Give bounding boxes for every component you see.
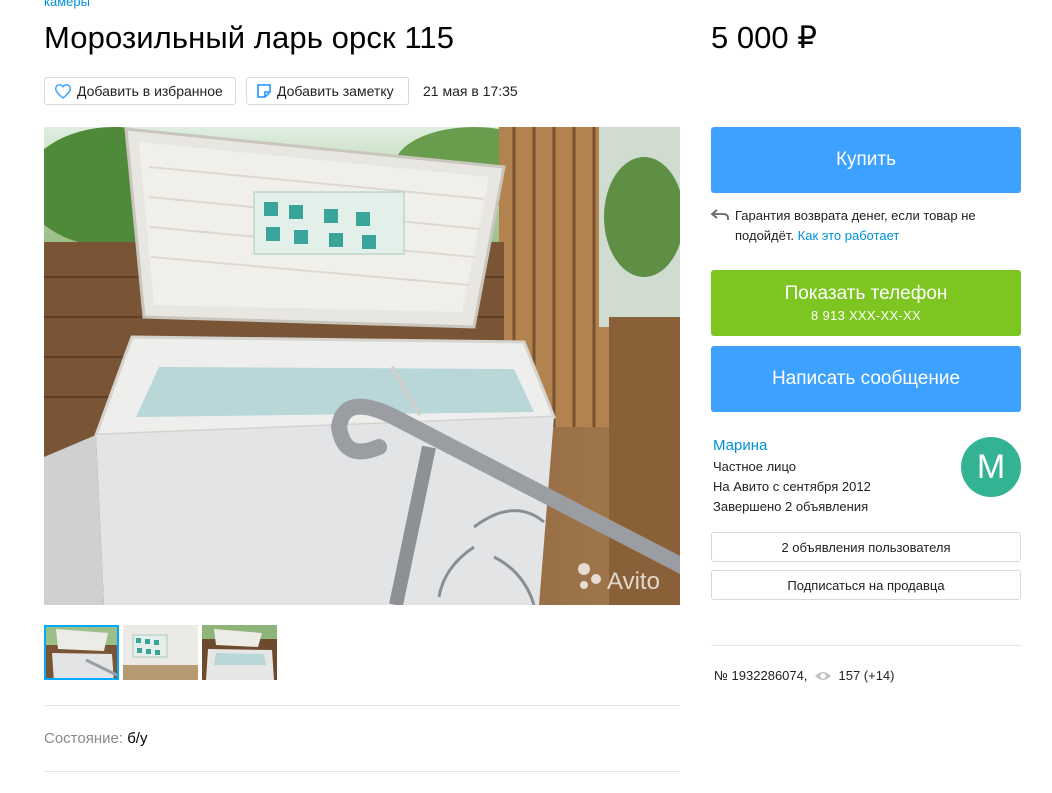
seller-listings-button[interactable]: 2 объявления пользователя — [711, 532, 1021, 562]
subscribe-label: Подписаться на продавца — [787, 577, 945, 593]
avatar[interactable]: М — [961, 437, 1021, 497]
phone-masked: 8 913 XXX-XX-XX — [811, 308, 921, 323]
avatar-letter: М — [976, 447, 1006, 486]
write-message-button[interactable]: Написать сообщение — [711, 346, 1021, 412]
condition: Состояние: б/у — [44, 730, 147, 747]
eye-icon — [815, 671, 832, 680]
thumbnail-image — [46, 627, 117, 678]
seller-completed: Завершено 2 объявления — [713, 499, 869, 514]
return-arrow-icon — [711, 209, 729, 220]
seller-listings-label: 2 объявления пользователя — [781, 539, 951, 555]
note-icon — [257, 84, 271, 98]
seller-type: Частное лицо — [713, 459, 796, 474]
thumbnail-image — [123, 625, 198, 680]
subscribe-seller-button[interactable]: Подписаться на продавца — [711, 570, 1021, 600]
photo-watermark: Avito — [607, 568, 660, 595]
message-label: Написать сообщение — [771, 368, 961, 389]
page-title: Морозильный ларь орск 115 — [44, 20, 455, 55]
listing-date: 21 мая в 17:35 — [423, 83, 518, 99]
how-it-works-link[interactable]: Как это работает — [798, 228, 900, 243]
divider — [44, 771, 680, 772]
breadcrumb-link[interactable]: камеры — [44, 0, 90, 9]
thumbnail-image — [202, 625, 277, 680]
divider — [711, 645, 1021, 646]
main-photo[interactable]: Avito — [44, 127, 680, 605]
heart-icon — [54, 83, 72, 99]
thumbnail-2[interactable] — [123, 625, 198, 680]
guarantee-note: Гарантия возврата денег, если товар не п… — [711, 206, 1011, 248]
condition-value: б/у — [127, 730, 148, 747]
show-phone-label: Показать телефон — [784, 283, 948, 304]
price: 5 000 ₽ — [711, 20, 817, 55]
favorite-label: Добавить в избранное — [77, 83, 223, 99]
condition-label: Состояние: — [44, 730, 124, 747]
note-label: Добавить заметку — [277, 83, 394, 99]
thumbnail-1[interactable] — [44, 625, 119, 680]
seller-name-link[interactable]: Марина — [713, 437, 767, 454]
divider — [44, 705, 680, 706]
views-count: 157 (+14) — [838, 668, 895, 683]
thumbnail-3[interactable] — [202, 625, 277, 680]
add-to-favorites-button[interactable]: Добавить в избранное — [44, 77, 236, 105]
listing-stats: № 1932286074, 157 (+14) — [714, 668, 895, 683]
show-phone-button[interactable]: Показать телефон 8 913 XXX-XX-XX — [711, 270, 1021, 336]
buy-label: Купить — [835, 149, 897, 170]
chest-freezer-image: Avito — [44, 127, 680, 605]
buy-button[interactable]: Купить — [711, 127, 1021, 193]
ad-number: № 1932286074, — [714, 668, 808, 683]
add-note-button[interactable]: Добавить заметку — [246, 77, 409, 105]
seller-since: На Авито с сентября 2012 — [713, 479, 871, 494]
